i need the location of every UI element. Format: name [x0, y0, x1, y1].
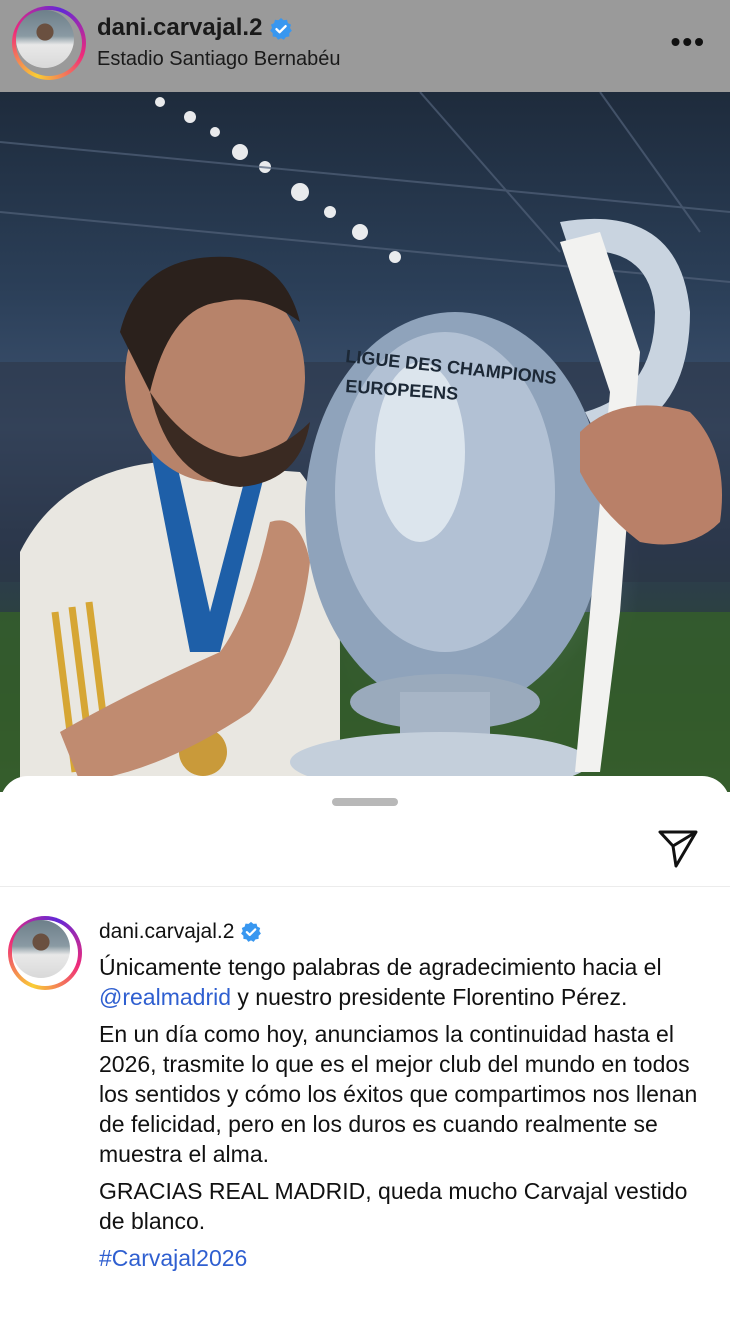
caption-text: y nuestro presidente Florentino Pérez.: [231, 984, 628, 1010]
caption-hashtag-line: #Carvajal2026: [99, 1243, 711, 1273]
hashtag-link[interactable]: #Carvajal2026: [99, 1245, 247, 1271]
avatar-photo: [16, 10, 74, 68]
post-photo-illustration: LIGUE DES CHAMPIONS EUROPEENS: [0, 92, 730, 792]
verified-badge-icon: [241, 922, 262, 943]
divider: [0, 886, 730, 887]
post-caption: Únicamente tengo palabras de agradecimie…: [99, 952, 711, 1280]
caption-avatar[interactable]: [8, 916, 82, 990]
caption-username[interactable]: dani.carvajal.2: [99, 920, 262, 944]
sheet-drag-handle[interactable]: [332, 798, 398, 806]
caption-text: Únicamente tengo palabras de agradecimie…: [99, 954, 662, 980]
profile-avatar[interactable]: [12, 6, 86, 80]
caption-username-text: dani.carvajal.2: [99, 920, 235, 943]
header-location[interactable]: Estadio Santiago Bernabéu: [97, 48, 341, 71]
post-header: dani.carvajal.2 Estadio Santiago Bernabé…: [0, 0, 730, 92]
mention-link[interactable]: @realmadrid: [99, 984, 231, 1010]
avatar-photo: [12, 920, 70, 978]
caption-paragraph-2: En un día como hoy, anunciamos la contin…: [99, 1021, 698, 1167]
verified-badge-icon: [270, 17, 292, 40]
caption-paragraph-1: Únicamente tengo palabras de agradecimie…: [99, 952, 711, 1012]
username-text: dani.carvajal.2: [97, 14, 263, 41]
comments-sheet: dani.carvajal.2 Únicamente tengo palabra…: [0, 776, 730, 1337]
more-horizontal-icon[interactable]: •••: [671, 26, 706, 58]
header-username[interactable]: dani.carvajal.2: [97, 14, 293, 42]
send-icon[interactable]: [656, 826, 700, 870]
caption-paragraph-3: GRACIAS REAL MADRID, queda mucho Carvaja…: [99, 1178, 688, 1234]
post-image[interactable]: LIGUE DES CHAMPIONS EUROPEENS: [0, 92, 730, 792]
